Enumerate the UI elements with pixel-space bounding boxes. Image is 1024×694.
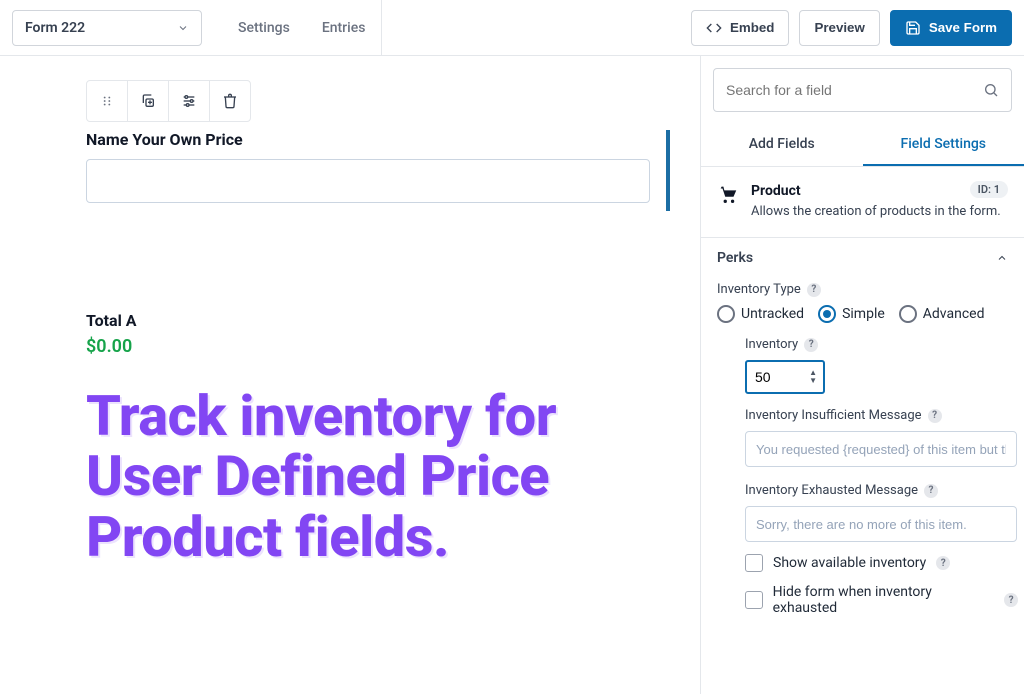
top-tabs: Settings Entries bbox=[222, 0, 382, 56]
product-header: Product Allows the creation of products … bbox=[701, 167, 1024, 238]
preview-label: Preview bbox=[814, 20, 864, 35]
search-box[interactable] bbox=[713, 68, 1012, 112]
top-right-actions: Embed Preview Save Form bbox=[691, 10, 1012, 46]
help-icon[interactable]: ? bbox=[807, 283, 821, 297]
product-text: Product Allows the creation of products … bbox=[751, 183, 1001, 221]
tab-add-fields[interactable]: Add Fields bbox=[701, 124, 863, 166]
simple-settings: Inventory ? ▲ ▼ Inventory Insufficient M… bbox=[735, 337, 1018, 616]
spinner-down-icon: ▼ bbox=[809, 377, 817, 385]
price-input[interactable] bbox=[86, 159, 650, 203]
radio-advanced[interactable]: Advanced bbox=[899, 305, 985, 323]
help-icon[interactable]: ? bbox=[924, 484, 938, 498]
delete-button[interactable] bbox=[209, 80, 251, 122]
hide-form-row[interactable]: Hide form when inventory exhausted ? bbox=[745, 584, 1018, 616]
help-icon[interactable]: ? bbox=[1004, 593, 1018, 607]
checkbox[interactable] bbox=[745, 591, 763, 609]
embed-label: Embed bbox=[730, 20, 774, 35]
preview-button[interactable]: Preview bbox=[799, 10, 879, 46]
sidebar: Add Fields Field Settings Product Allows… bbox=[700, 56, 1024, 694]
help-icon[interactable]: ? bbox=[928, 409, 942, 423]
inventory-type-options: Untracked Simple Advanced bbox=[717, 305, 1018, 323]
field-block[interactable]: Name Your Own Price bbox=[86, 130, 670, 211]
inventory-label: Inventory ? bbox=[745, 337, 1018, 352]
radio-dot bbox=[818, 305, 836, 323]
exhausted-input[interactable] bbox=[745, 506, 1017, 542]
embed-button[interactable]: Embed bbox=[691, 10, 789, 46]
tab-entries[interactable]: Entries bbox=[306, 0, 382, 56]
drag-handle[interactable] bbox=[86, 80, 128, 122]
embed-icon bbox=[706, 20, 722, 36]
chevron-up-icon bbox=[996, 252, 1008, 264]
field-toolbar bbox=[86, 80, 700, 122]
tab-settings[interactable]: Settings bbox=[222, 0, 306, 56]
radio-dot bbox=[717, 305, 735, 323]
inventory-type-label: Inventory Type ? bbox=[717, 282, 1018, 297]
tab-field-settings[interactable]: Field Settings bbox=[863, 124, 1024, 166]
inventory-input[interactable] bbox=[755, 369, 795, 385]
save-button[interactable]: Save Form bbox=[890, 10, 1012, 46]
field-label: Name Your Own Price bbox=[86, 130, 650, 149]
product-title: Product bbox=[751, 183, 1001, 199]
settings-button[interactable] bbox=[168, 80, 210, 122]
search-input[interactable] bbox=[726, 82, 966, 98]
perks-header[interactable]: Perks bbox=[701, 238, 1024, 278]
headline-line-2: User Defined Price bbox=[86, 446, 556, 506]
exhausted-label: Inventory Exhausted Message ? bbox=[745, 483, 1018, 498]
headline: Track inventory for User Defined Price P… bbox=[86, 386, 556, 567]
insufficient-input[interactable] bbox=[745, 431, 1017, 467]
help-icon[interactable]: ? bbox=[804, 338, 818, 352]
canvas: Name Your Own Price Total A $0.00 Track … bbox=[0, 56, 700, 694]
inventory-input-wrap[interactable]: ▲ ▼ bbox=[745, 360, 825, 394]
show-available-row[interactable]: Show available inventory ? bbox=[745, 554, 1018, 572]
total-block: Total A $0.00 bbox=[86, 311, 700, 357]
radio-dot bbox=[899, 305, 917, 323]
chevron-down-icon bbox=[177, 22, 189, 34]
drag-icon bbox=[100, 94, 114, 108]
headline-line-3: Product fields. bbox=[86, 507, 556, 567]
duplicate-icon bbox=[140, 93, 156, 109]
checkbox[interactable] bbox=[745, 554, 763, 572]
sliders-icon bbox=[181, 93, 197, 109]
number-spinner[interactable]: ▲ ▼ bbox=[809, 369, 817, 385]
help-icon[interactable]: ? bbox=[936, 556, 950, 570]
trash-icon bbox=[222, 93, 238, 109]
main: Name Your Own Price Total A $0.00 Track … bbox=[0, 56, 1024, 694]
headline-line-1: Track inventory for bbox=[86, 386, 556, 446]
form-name: Form 222 bbox=[25, 20, 85, 36]
search-icon bbox=[983, 82, 999, 98]
save-icon bbox=[905, 20, 921, 36]
cart-icon bbox=[717, 183, 739, 205]
radio-simple[interactable]: Simple bbox=[818, 305, 885, 323]
search-wrap bbox=[701, 56, 1024, 124]
sidebar-tabs: Add Fields Field Settings bbox=[701, 124, 1024, 167]
form-selector[interactable]: Form 222 bbox=[12, 10, 202, 46]
product-desc: Allows the creation of products in the f… bbox=[751, 203, 1001, 221]
perks-body: Inventory Type ? Untracked Simple Advanc… bbox=[701, 278, 1024, 644]
save-label: Save Form bbox=[929, 20, 997, 35]
perks-label: Perks bbox=[717, 250, 753, 266]
duplicate-button[interactable] bbox=[127, 80, 169, 122]
top-bar: Form 222 Settings Entries Embed Preview … bbox=[0, 0, 1024, 56]
insufficient-label: Inventory Insufficient Message ? bbox=[745, 408, 1018, 423]
id-badge: ID: 1 bbox=[970, 181, 1008, 198]
total-value: $0.00 bbox=[86, 336, 700, 357]
radio-untracked[interactable]: Untracked bbox=[717, 305, 804, 323]
total-label: Total A bbox=[86, 311, 700, 330]
